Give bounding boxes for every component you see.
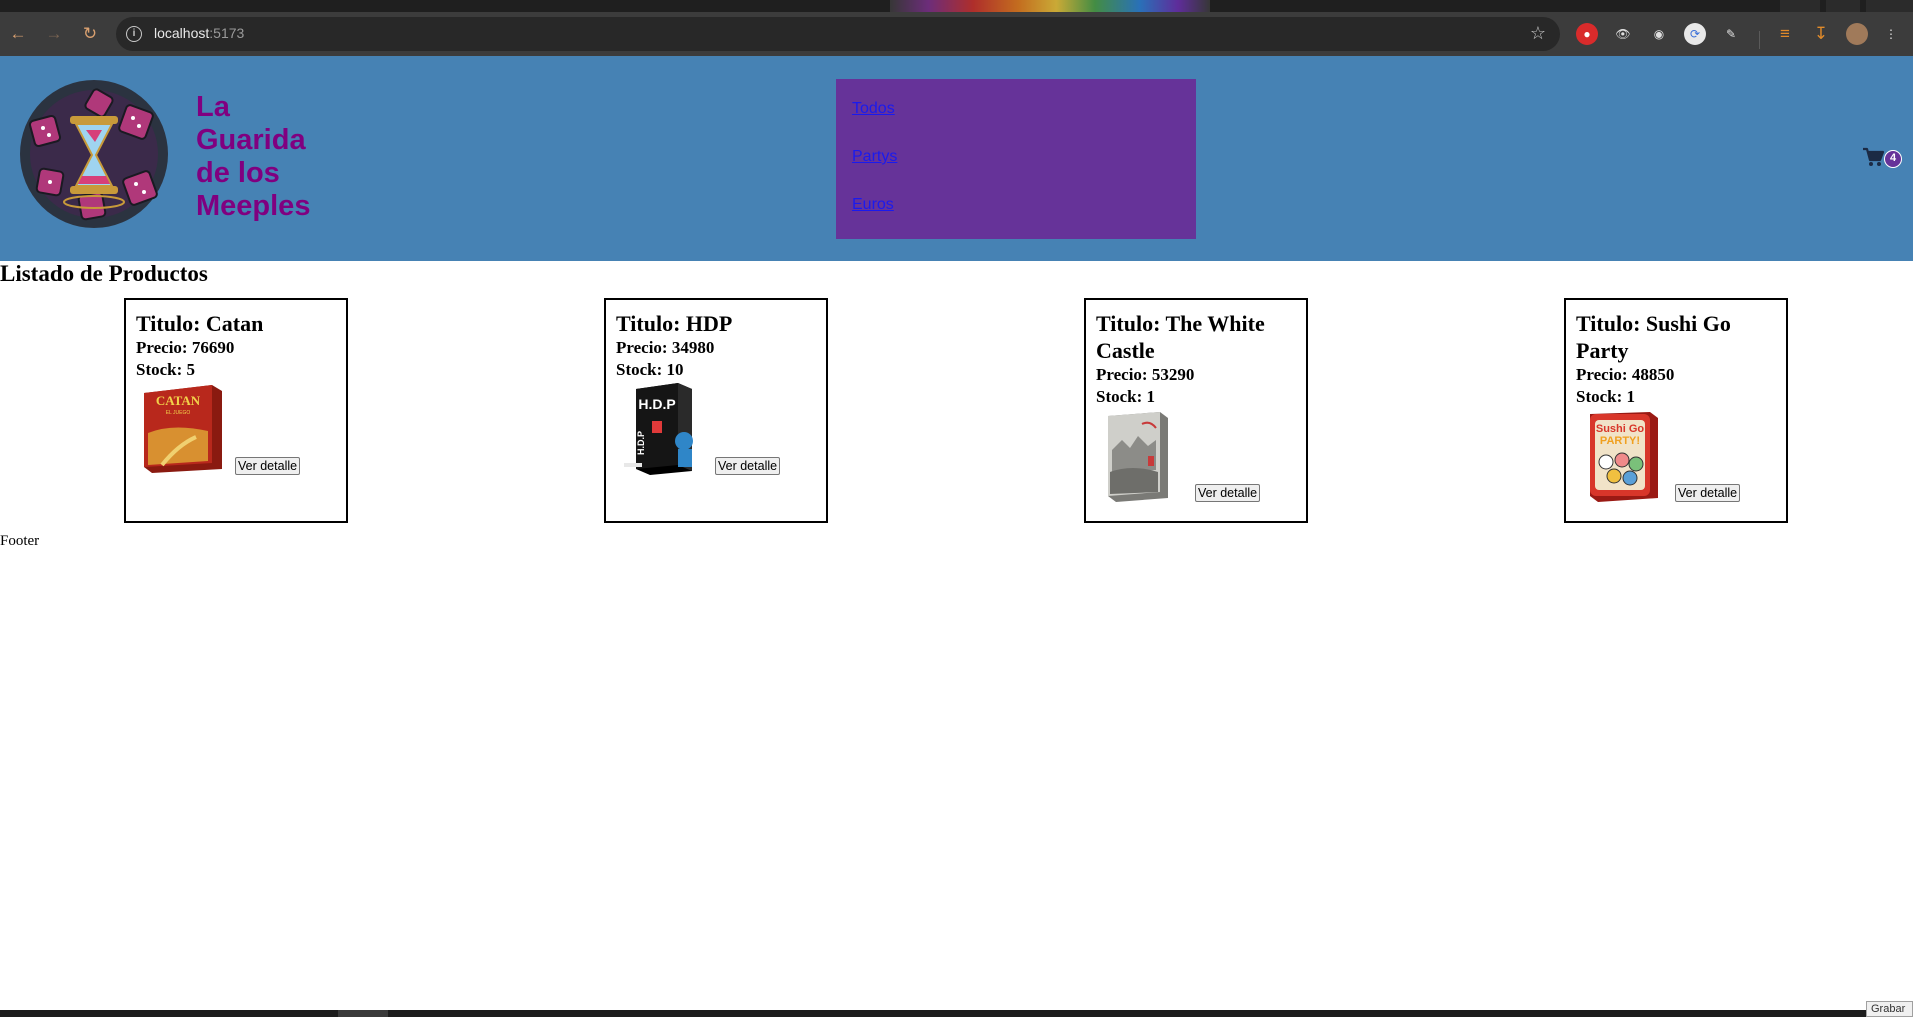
cart-icon [1863,147,1885,166]
view-detail-button[interactable]: Ver detalle [1195,484,1261,502]
view-detail-button[interactable]: Ver detalle [235,457,301,475]
brand-line: Guarida [196,124,306,156]
product-image: Sushi Go PARTY! [1590,412,1658,502]
reading-list-icon[interactable]: ≡ [1774,23,1796,45]
svg-text:CATAN: CATAN [156,393,201,408]
logo[interactable] [18,78,170,230]
profile-avatar[interactable] [1846,23,1868,45]
nav-link-euros[interactable]: Euros [852,196,894,214]
product-card: Titulo: Catan Precio: 76690 Stock: 5 CAT… [124,298,348,523]
brand-line: La [196,91,230,123]
browser-menu-icon[interactable]: ⋮ [1880,23,1902,45]
svg-text:H.D.P: H.D.P [636,431,646,455]
browser-tabstrip [0,0,1913,12]
product-image [1108,412,1168,502]
product-price: Precio: 48850 [1576,365,1675,384]
extension-translate-icon[interactable]: 👁 [1612,23,1634,45]
product-image: H.D.P H.D.P [624,383,693,475]
brand-line: de los [196,157,280,189]
toolbar-separator [1759,31,1760,49]
brand-line: Meeples [196,190,311,222]
bookmark-star-icon[interactable]: ☆ [1530,23,1546,44]
svg-text:H.D.P: H.D.P [638,396,675,412]
product-card: Titulo: Sushi Go Party Precio: 48850 Sto… [1564,298,1788,523]
extensions-puzzle-icon[interactable]: ✎ [1720,23,1742,45]
camera-icon[interactable]: ◉ [1648,23,1670,45]
site-info-icon[interactable]: i [126,26,142,42]
cart-widget[interactable]: 4 [1862,147,1902,171]
svg-text:Sushi Go: Sushi Go [1596,423,1645,435]
extension-sync-icon[interactable]: ⟳ [1684,23,1706,45]
product-title: Titulo: Sushi Go Party [1576,311,1731,363]
cart-count-badge: 4 [1884,150,1902,168]
extension-red-icon[interactable]: ● [1576,23,1598,45]
tab-strip-segment [1866,0,1913,12]
product-title: Titulo: The White Castle [1096,311,1265,363]
tab-strip-art [890,0,1210,12]
tab-strip-segment [1780,0,1820,12]
nav-link-partys[interactable]: Partys [852,148,897,166]
product-price: Precio: 34980 [616,338,715,357]
url-port: :5173 [209,25,245,41]
product-stock: Stock: 1 [1096,387,1156,406]
product-title: Titulo: HDP [616,311,733,336]
product-image: CATAN EL JUEGO [144,385,222,473]
back-arrow-icon[interactable]: ← [6,22,30,46]
svg-text:EL JUEGO: EL JUEGO [166,410,191,416]
site-header: La Guarida de los Meeples Todos Partys E… [0,56,1913,261]
view-detail-button[interactable]: Ver detalle [715,457,781,475]
url-host: localhost [154,25,210,41]
browser-toolbar: ← → ↻ i localhost:5173 ☆ ● 👁 ◉ ⟳ ✎ ≡ ↧ ⋮ [0,12,1913,56]
brand-name[interactable]: La Guarida de los Meeples [196,91,356,223]
taskbar-segment [338,1010,388,1017]
reload-icon[interactable]: ↻ [78,22,102,46]
category-nav: Todos Partys Euros [836,79,1196,239]
address-url[interactable]: localhost:5173 [154,25,244,41]
page-footer: Footer [0,533,40,549]
product-price: Precio: 53290 [1096,365,1195,384]
forward-arrow-icon[interactable]: → [42,22,66,46]
page-title: Listado de Productos [0,261,208,286]
product-stock: Stock: 1 [1576,387,1636,406]
product-price: Precio: 76690 [136,338,235,357]
tab-strip-segment [1826,0,1860,12]
product-card: Titulo: HDP Precio: 34980 Stock: 10 H.D.… [604,298,828,523]
product-card: Titulo: The White Castle Precio: 53290 S… [1084,298,1308,523]
download-icon[interactable]: ↧ [1810,23,1832,45]
record-button[interactable]: Grabar [1866,1001,1913,1017]
product-title: Titulo: Catan [136,311,264,336]
address-bar[interactable]: i localhost:5173 ☆ [116,17,1560,51]
taskbar [0,1010,1913,1017]
view-detail-button[interactable]: Ver detalle [1675,484,1741,502]
svg-text:PARTY!: PARTY! [1600,435,1640,447]
product-stock: Stock: 10 [616,360,684,379]
nav-link-todos[interactable]: Todos [852,100,895,118]
product-stock: Stock: 5 [136,360,196,379]
